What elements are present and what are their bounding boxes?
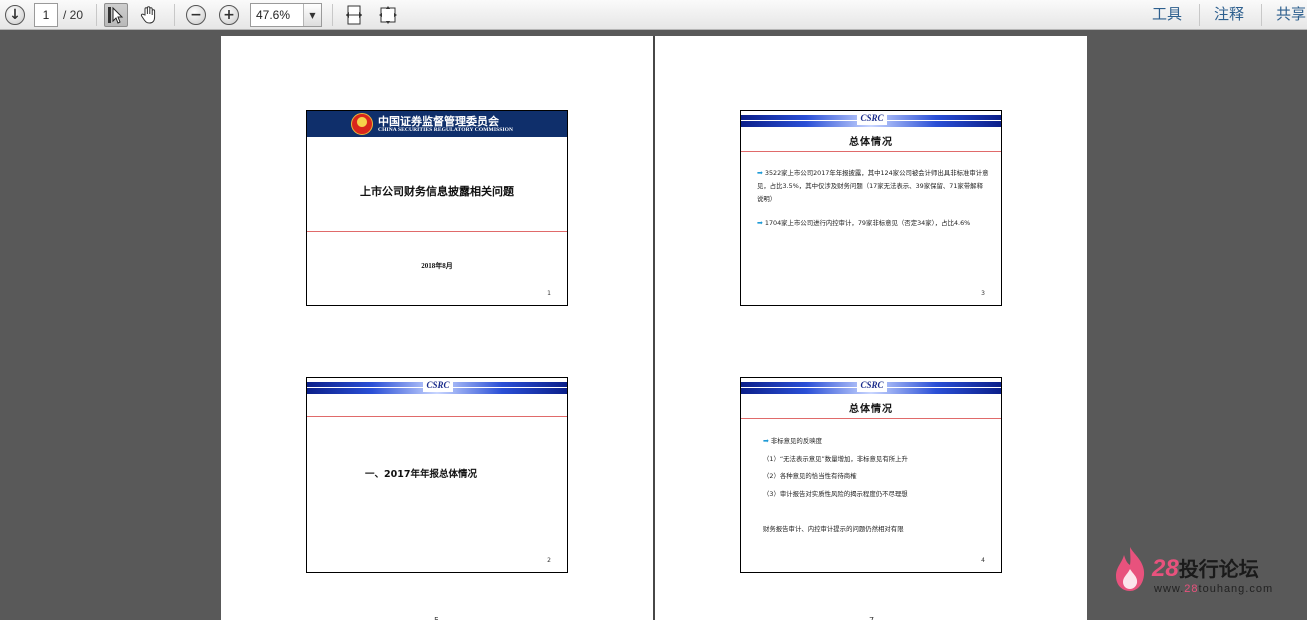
slide-number: 3 [981,290,985,297]
fit-width-icon [346,5,362,25]
divider-line [741,418,1001,419]
divider-line [307,231,567,232]
arrow-right-icon: ➡ [763,437,769,445]
chevron-down-icon[interactable]: ▼ [303,4,321,26]
slide-title: 总体情况 [849,404,893,415]
fit-page-button[interactable] [376,3,400,27]
watermark-url: www.28touhang.com [1154,583,1274,595]
next-slide-mark: 5 [434,616,439,620]
page-number-input[interactable]: 1 [34,3,58,27]
document-page: 中国证券监督管理委员会 CHINA SECURITIES REGULATORY … [221,36,1087,620]
list-item: （2）各种意见的恰当性有待商榷 [763,472,857,480]
watermark-brand: 28投行论坛 [1152,555,1259,582]
summary-text: 财务报告审计、内控审计提示的问题仍然相对有限 [763,525,904,533]
cursor-icon [108,6,124,24]
next-slide-mark: 7 [869,616,874,620]
page-divider [653,36,655,620]
csrc-logo: CSRC [423,378,453,392]
list-item: （1）“无法表示意见”数量增加，非标意见有所上升 [763,455,908,463]
csrc-logo: CSRC [857,111,887,125]
divider-line [741,151,1001,152]
slide-number: 1 [547,290,551,297]
zoom-in-button[interactable]: + [217,3,241,27]
select-tool-button[interactable] [104,3,128,27]
toolbar: ↓ 1 / 20 − + 47.6% ▼ 工具 注释 共享 [0,0,1307,30]
slide-1: 中国证券监督管理委员会 CHINA SECURITIES REGULATORY … [306,110,568,306]
hand-tool-button[interactable] [137,3,161,27]
fit-page-icon [379,6,397,24]
slide-date: 2018年8月 [421,262,453,270]
plus-icon: + [219,5,239,25]
arrow-right-icon: ➡ [757,219,763,227]
slide-4: CSRC 总体情况 ➡ 非标意见的反映度 （1）“无法表示意见”数量增加，非标意见… [740,377,1002,573]
tools-link[interactable]: 工具 [1152,4,1182,24]
slide-title: 上市公司财务信息披露相关问题 [360,185,514,198]
bullet-item: ➡ 1704家上市公司进行内控审计，79家非标意见（否定34家），占比4.6% [757,219,971,227]
slide-number: 2 [547,557,551,564]
arrow-right-icon: ➡ [757,169,763,177]
toolbar-divider [332,4,333,26]
watermark-logo: 28投行论坛 www.28touhang.com [1112,543,1287,598]
csrc-logo: CSRC [857,378,887,392]
flame-icon [1116,547,1145,591]
next-page-button[interactable]: ↓ [3,3,27,27]
bullet-heading: ➡ 非标意见的反映度 [763,437,822,445]
toolbar-divider [174,4,175,26]
hand-icon [140,6,156,24]
toolbar-divider [1261,4,1262,26]
slide-number: 4 [981,557,985,564]
slide-3: CSRC 总体情况 ➡ 3522家上市公司2017年年报披露，其中124家公司被会… [740,110,1002,306]
org-name-en: CHINA SECURITIES REGULATORY COMMISSION [378,127,514,133]
slide-title: 总体情况 [849,137,893,148]
list-item: （3）审计报告对实质性风险的揭示程度仍不尽理想 [763,490,908,498]
slide-header: 中国证券监督管理委员会 CHINA SECURITIES REGULATORY … [307,111,567,137]
toolbar-divider [1199,4,1200,26]
zoom-select[interactable]: 47.6% ▼ [250,3,322,27]
slide-title: 一、2017年年报总体情况 [365,469,477,480]
page-total: / 20 [63,8,84,22]
divider-line [307,416,567,417]
arrow-down-icon: ↓ [5,5,25,25]
fit-width-button[interactable] [342,3,366,27]
bullet-item: ➡ 3522家上市公司2017年年报披露，其中124家公司被会计师出具非标准审计意… [757,169,989,203]
minus-icon: − [186,5,206,25]
toolbar-divider [96,4,97,26]
share-link[interactable]: 共享 [1276,4,1306,24]
zoom-out-button[interactable]: − [184,3,208,27]
zoom-value: 47.6% [256,8,291,22]
comment-link[interactable]: 注释 [1214,4,1244,24]
slide-2: CSRC 一、2017年年报总体情况 2 [306,377,568,573]
national-emblem-icon [351,113,373,135]
